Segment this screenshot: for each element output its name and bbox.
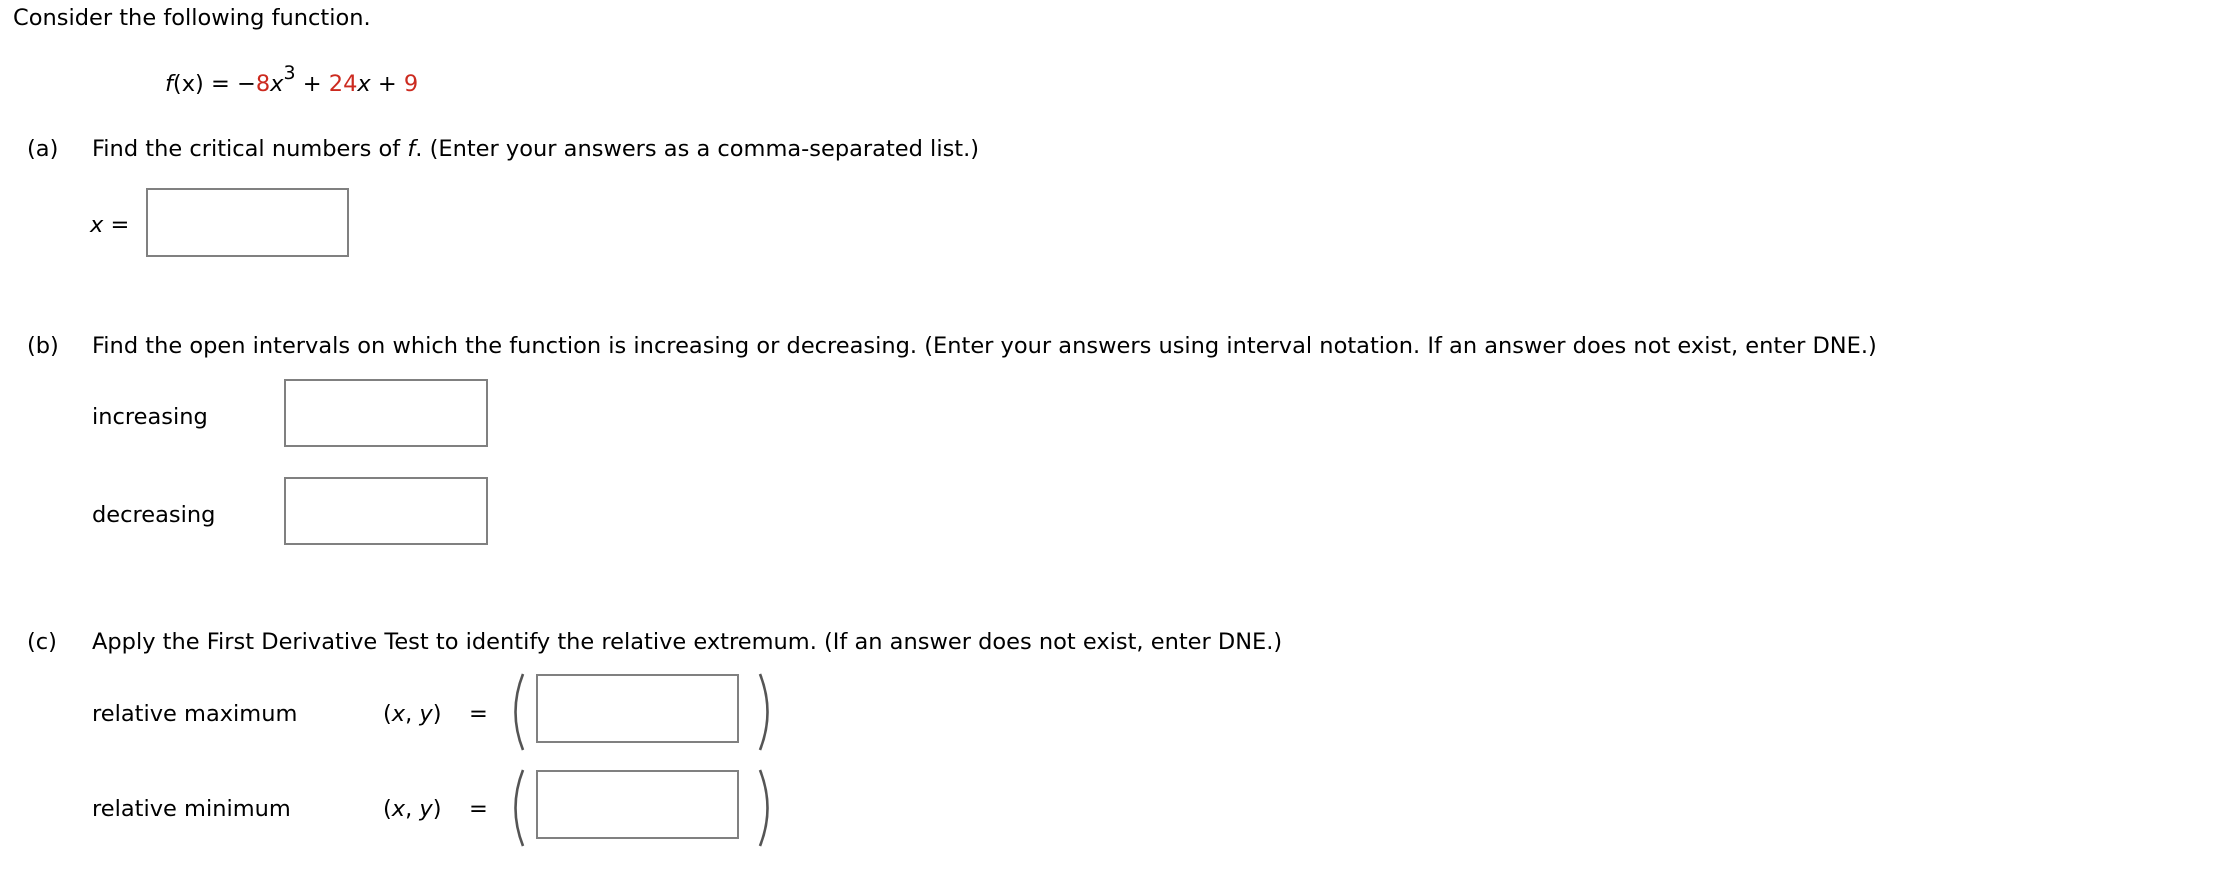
y-variable: y <box>419 701 433 727</box>
x-variable: x <box>391 796 406 822</box>
relative-minimum-label: relative minimum <box>92 796 291 822</box>
part-b-label: (b) <box>27 333 59 359</box>
coefficient-cubic: 8 <box>255 71 271 97</box>
comma: , <box>405 701 420 727</box>
relative-maximum-label: relative maximum <box>92 701 298 727</box>
paren-open: ( <box>383 701 392 727</box>
exponent: 3 <box>283 61 296 84</box>
comma: , <box>405 796 420 822</box>
function-formula: f(x) = −8x3 + 24x + 9 <box>165 63 419 97</box>
plus-sign: + <box>302 71 322 97</box>
xy-pair-label: (x, y) <box>383 798 442 821</box>
constant-term: 9 <box>403 71 419 97</box>
prompt-text: . (Enter your answers as a comma-separat… <box>415 136 980 162</box>
relative-minimum-input[interactable] <box>536 770 739 839</box>
minus-sign: − <box>236 71 256 97</box>
equals-sign: = <box>110 212 130 238</box>
prompt-text: Find the critical numbers of <box>92 136 408 162</box>
intro-text: Consider the following function. <box>13 5 371 31</box>
left-paren-icon <box>514 769 525 847</box>
right-paren-icon <box>758 769 769 847</box>
increasing-interval-input[interactable] <box>284 379 488 447</box>
xy-pair-label: (x, y) <box>383 703 442 726</box>
right-paren-icon <box>758 673 769 751</box>
x-variable: x <box>90 212 104 238</box>
critical-numbers-input[interactable] <box>146 188 349 257</box>
equals-sign: = <box>469 701 488 727</box>
part-b-prompt: Find the open intervals on which the fun… <box>92 333 1877 359</box>
plus-sign: + <box>377 71 397 97</box>
left-paren-icon <box>514 673 525 751</box>
relative-maximum-input[interactable] <box>536 674 739 743</box>
decreasing-label: decreasing <box>92 502 216 528</box>
critical-x-label: x = <box>90 214 129 237</box>
coefficient-linear: 24 <box>328 71 358 97</box>
paren-close: ) <box>432 701 442 727</box>
paren-close: ) <box>432 796 442 822</box>
function-arg: (x) <box>172 71 204 97</box>
part-a-label: (a) <box>27 136 59 162</box>
paren-open: ( <box>383 796 392 822</box>
part-c-label: (c) <box>27 629 57 655</box>
variable-x: x <box>357 71 371 97</box>
increasing-label: increasing <box>92 404 208 430</box>
equals-sign: = <box>469 796 488 822</box>
y-variable: y <box>419 796 433 822</box>
decreasing-interval-input[interactable] <box>284 477 488 545</box>
function-name: f <box>165 71 173 97</box>
variable-x: x <box>270 71 284 97</box>
part-c-prompt: Apply the First Derivative Test to ident… <box>92 629 1283 655</box>
equals-sign: = <box>210 71 230 97</box>
x-variable: x <box>391 701 406 727</box>
part-a-prompt: Find the critical numbers of f. (Enter y… <box>92 138 979 161</box>
